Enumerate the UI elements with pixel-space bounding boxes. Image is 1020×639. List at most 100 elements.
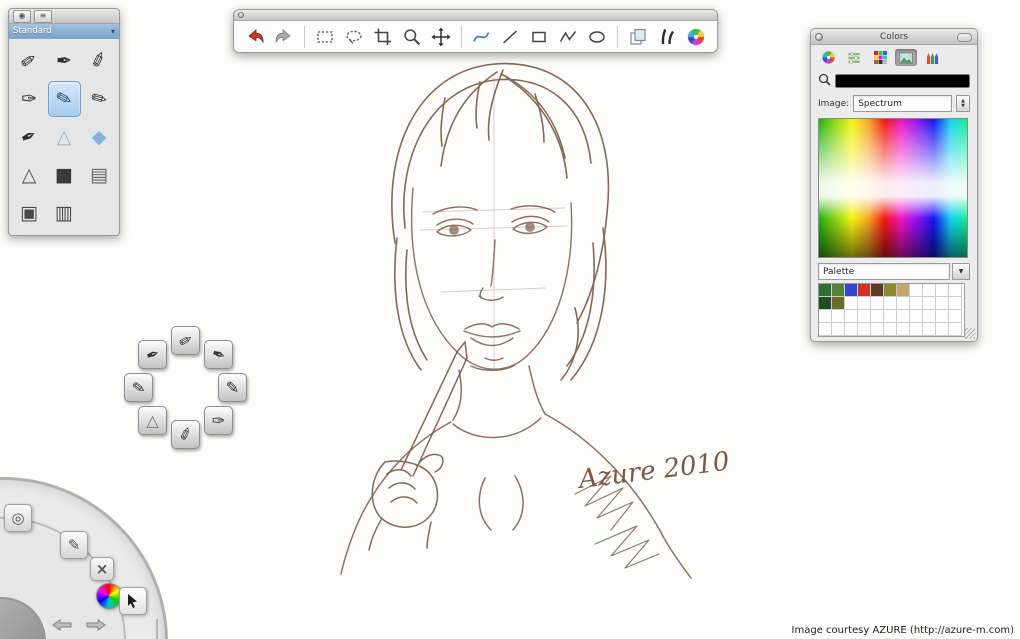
swatch[interactable]: [884, 323, 897, 336]
swatch[interactable]: [819, 284, 832, 297]
tab-color-wheel[interactable]: [817, 49, 839, 66]
swatch[interactable]: [871, 310, 884, 323]
resize-grip[interactable]: [964, 328, 975, 339]
radial-ink-pen[interactable]: ✑: [204, 406, 233, 435]
swatch[interactable]: [819, 297, 832, 310]
palette-menu-button[interactable]: ▼: [952, 263, 970, 280]
brush-sets-icon[interactable]: ◉: [13, 9, 31, 23]
close-icon[interactable]: [238, 12, 244, 18]
radial-eraser[interactable]: △: [138, 406, 167, 435]
swatch[interactable]: [910, 323, 923, 336]
move-tool[interactable]: [428, 24, 454, 50]
swatch[interactable]: [897, 310, 910, 323]
swatch[interactable]: [832, 297, 845, 310]
swatch[interactable]: [949, 284, 962, 297]
image-source-dropdown[interactable]: Spectrum: [853, 95, 952, 112]
swatch[interactable]: [832, 310, 845, 323]
radial-chisel[interactable]: ✏: [124, 373, 153, 402]
swatch[interactable]: [923, 310, 936, 323]
lagoon-redo-button[interactable]: [84, 617, 110, 633]
marquee-select-tool[interactable]: [312, 24, 338, 50]
swatch[interactable]: [936, 310, 949, 323]
swatch[interactable]: [897, 297, 910, 310]
redo-button[interactable]: [271, 24, 297, 50]
swatch[interactable]: [936, 284, 949, 297]
tab-palette[interactable]: [869, 49, 891, 66]
radial-brush[interactable]: ✒: [138, 340, 167, 369]
swatch[interactable]: [923, 284, 936, 297]
swatch[interactable]: [923, 323, 936, 336]
paint-can-brush[interactable]: ▥: [48, 195, 81, 231]
undo-button[interactable]: [242, 24, 268, 50]
line-tool[interactable]: [497, 24, 523, 50]
swatch[interactable]: [858, 284, 871, 297]
swatch[interactable]: [871, 297, 884, 310]
tab-image[interactable]: [895, 49, 917, 66]
gradient-brush[interactable]: ▤: [83, 157, 116, 193]
brush-library-button[interactable]: [654, 24, 680, 50]
swatch[interactable]: [897, 284, 910, 297]
crop-tool[interactable]: [370, 24, 396, 50]
swatch[interactable]: [845, 310, 858, 323]
swatch[interactable]: [884, 297, 897, 310]
swatch[interactable]: [897, 323, 910, 336]
polyline-tool[interactable]: [555, 24, 581, 50]
swatch[interactable]: [949, 297, 962, 310]
water-drop-brush[interactable]: ◆: [83, 119, 116, 155]
ballpoint-brush[interactable]: ✏: [83, 81, 116, 117]
color-wheel-button[interactable]: [683, 24, 709, 50]
brush-preset-dropdown[interactable]: Standard ▾: [9, 24, 119, 39]
swatch[interactable]: [845, 284, 858, 297]
swatch[interactable]: [858, 310, 871, 323]
swatch[interactable]: [949, 323, 962, 336]
swatch[interactable]: [936, 297, 949, 310]
swatch[interactable]: [858, 297, 871, 310]
paint-tube-brush[interactable]: ▣: [13, 195, 46, 231]
hard-eraser-brush[interactable]: △: [13, 157, 46, 193]
toolbar-toggle-lozenge[interactable]: [957, 33, 972, 42]
swatch[interactable]: [910, 284, 923, 297]
rectangle-tool[interactable]: [526, 24, 552, 50]
swatch[interactable]: [884, 310, 897, 323]
swatch[interactable]: [832, 323, 845, 336]
pencil-brush[interactable]: ✏: [13, 43, 46, 79]
swatch[interactable]: [923, 297, 936, 310]
swatch[interactable]: [845, 323, 858, 336]
layers-button[interactable]: [625, 24, 651, 50]
swatch[interactable]: [845, 297, 858, 310]
pen-brush[interactable]: ✒: [48, 43, 81, 79]
flat-brush[interactable]: ■: [48, 157, 81, 193]
radial-marker[interactable]: ✎: [218, 373, 247, 402]
loupe-icon[interactable]: [818, 71, 831, 90]
zoom-tool[interactable]: [399, 24, 425, 50]
lagoon-close-button[interactable]: ×: [90, 557, 114, 581]
marker-brush[interactable]: ✐: [83, 43, 116, 79]
swatch[interactable]: [871, 284, 884, 297]
swatch[interactable]: [819, 310, 832, 323]
radial-airbrush[interactable]: ✐: [171, 420, 200, 449]
ink-pen-brush[interactable]: ✑: [13, 81, 46, 117]
swatch[interactable]: [910, 297, 923, 310]
drawing-canvas[interactable]: Azure 2010 ◉ ≡ Standard ▾ ✏ ✒ ✐ ✑ ✎ ✏ ✒ △ ◆ △ ■ ▤ ▣ ▥: [0, 0, 1020, 639]
tab-sliders[interactable]: [843, 49, 865, 66]
list-view-icon[interactable]: ≡: [34, 9, 52, 23]
swatch[interactable]: [884, 284, 897, 297]
airbrush-brush[interactable]: ✎: [47, 81, 81, 117]
palette-dropdown[interactable]: Palette: [818, 263, 950, 280]
lasso-select-tool[interactable]: [341, 24, 367, 50]
swatch[interactable]: [910, 310, 923, 323]
swatch[interactable]: [871, 323, 884, 336]
lagoon-undo-button[interactable]: [50, 617, 76, 633]
image-source-stepper[interactable]: ▲ ▼: [956, 95, 970, 112]
spectrum-picker[interactable]: [818, 118, 968, 258]
soft-eraser-brush[interactable]: △: [48, 119, 81, 155]
ellipse-tool[interactable]: [584, 24, 610, 50]
radial-pencil[interactable]: ✏: [171, 326, 200, 355]
current-color-well[interactable]: [835, 73, 970, 88]
swatch[interactable]: [819, 323, 832, 336]
swatch[interactable]: [832, 284, 845, 297]
lagoon-brush-ring-button[interactable]: ◎: [4, 504, 32, 532]
radial-pen[interactable]: ✒: [204, 340, 233, 369]
tab-crayons[interactable]: [921, 49, 943, 66]
swatch[interactable]: [936, 323, 949, 336]
